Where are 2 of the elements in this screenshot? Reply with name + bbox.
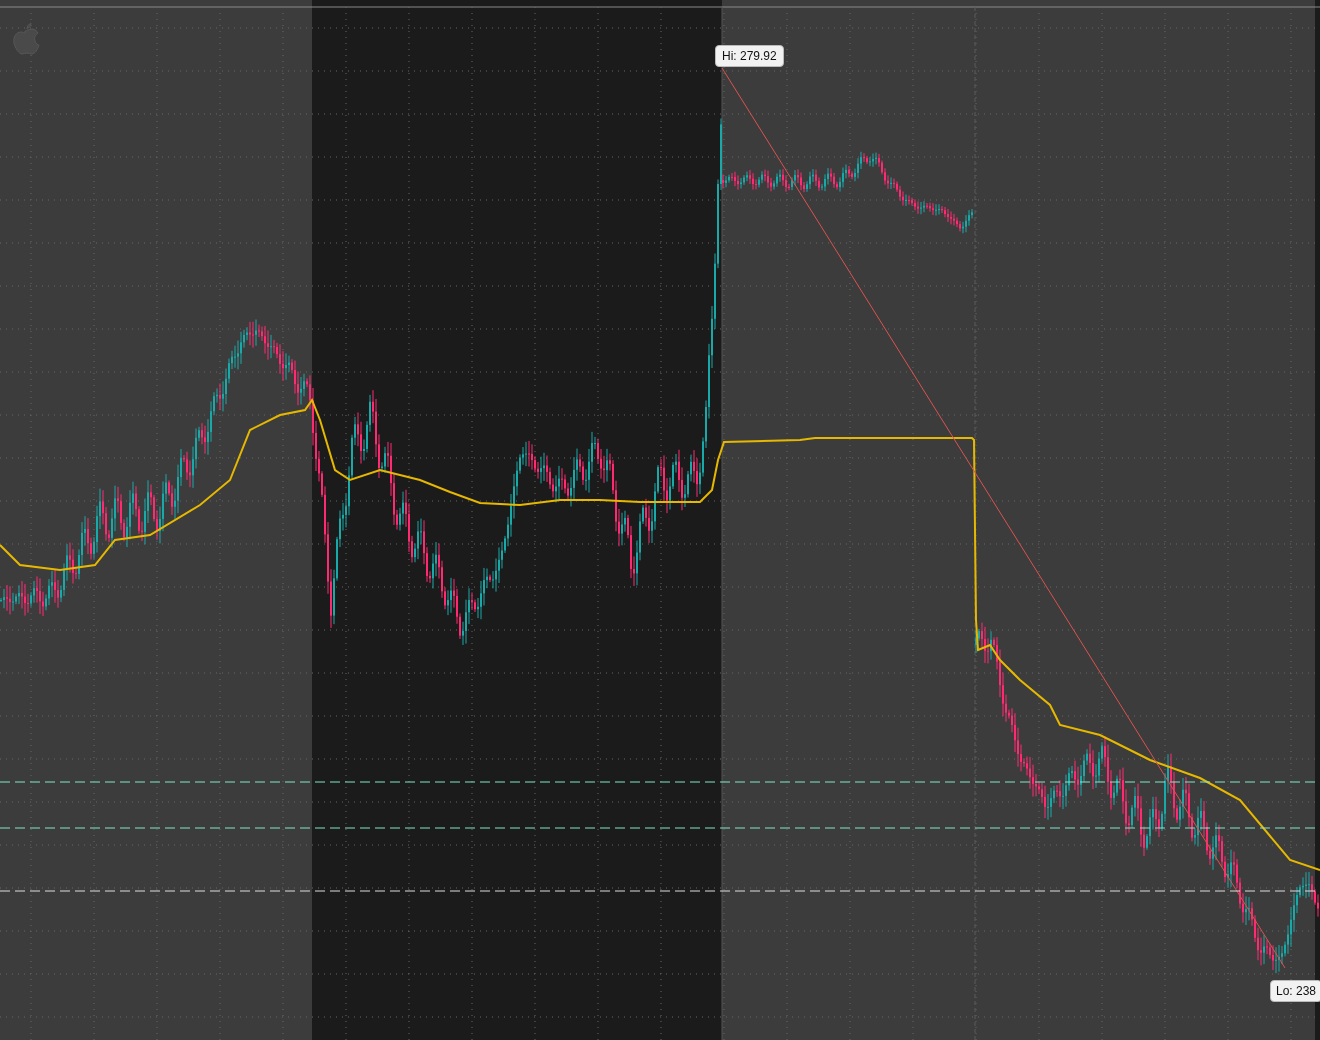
low-price-label: Lo: 238 [1270,980,1320,1002]
high-price-label: Hi: 279.92 [715,45,784,67]
